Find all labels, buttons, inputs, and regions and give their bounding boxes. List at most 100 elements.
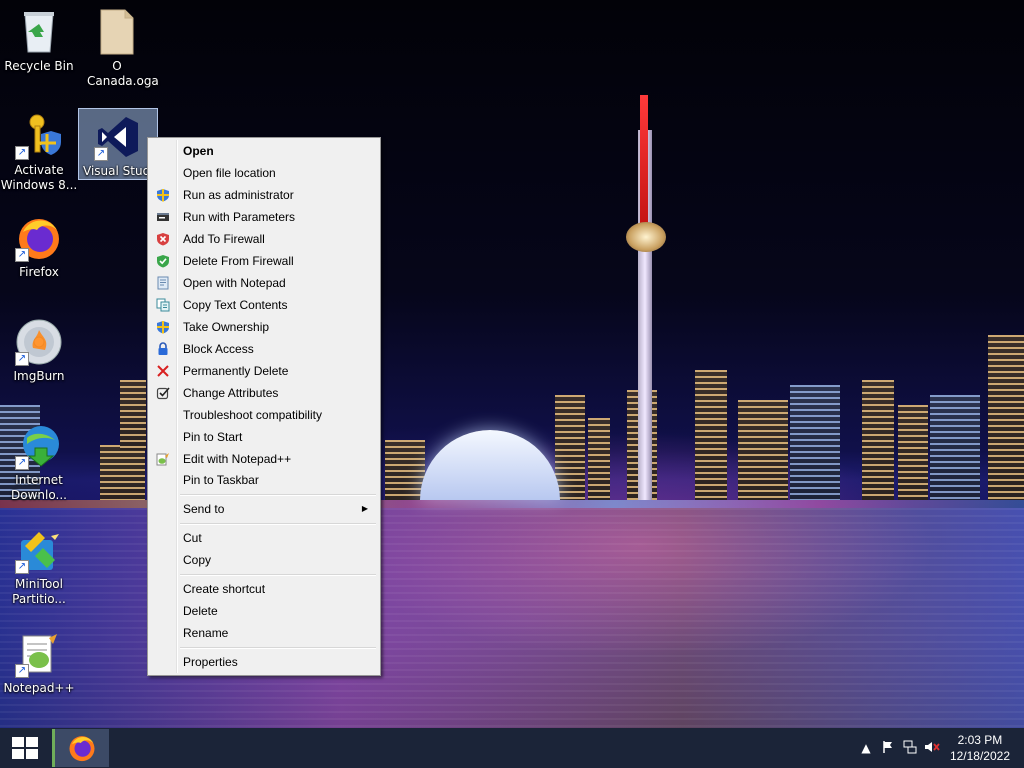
menu-item-delete[interactable]: Delete [150, 600, 378, 622]
audio-file-icon [93, 8, 141, 56]
menu-separator [180, 494, 376, 496]
console-icon [156, 210, 170, 224]
wallpaper-building [588, 418, 610, 500]
wallpaper-tower-pod [626, 222, 666, 252]
taskbar-firefox-button[interactable] [52, 729, 109, 767]
shortcut-arrow-icon: ↗ [94, 147, 108, 161]
menu-item-block-access[interactable]: Block Access [150, 338, 378, 360]
desktop-icon-label: MiniTool Partitio... [12, 577, 66, 606]
menu-item-delete-from-firewall[interactable]: Delete From Firewall [150, 250, 378, 272]
shortcut-arrow-icon: ↗ [15, 146, 29, 160]
wallpaper-stadium-dome [420, 430, 560, 500]
key-shield-icon: ↗ [15, 112, 63, 160]
recycle-bin-icon [15, 8, 63, 56]
wallpaper-building [385, 440, 425, 500]
shortcut-arrow-icon: ↗ [15, 560, 29, 574]
taskbar: ▲ 2:03 PM 12/18/2022 [0, 728, 1024, 768]
submenu-arrow-icon: ▶ [361, 504, 368, 513]
notepad-icon [156, 276, 170, 290]
minitool-icon: ↗ [15, 526, 63, 574]
internet-download-manager-icon: ↗ [15, 422, 63, 470]
firefox-icon [69, 736, 95, 762]
show-hidden-icons-chevron[interactable]: ▲ [858, 740, 874, 756]
taskbar-clock[interactable]: 2:03 PM 12/18/2022 [950, 732, 1010, 764]
desktop-icon-o-canada[interactable]: O Canada.oga [78, 8, 159, 89]
desktop-icon-recycle-bin[interactable]: Recycle Bin [0, 8, 78, 74]
desktop-icon-imgburn[interactable]: ↗ ImgBurn [0, 318, 78, 384]
menu-item-send-to[interactable]: Send to ▶ [150, 498, 378, 520]
menu-item-open-file-location[interactable]: Open file location [150, 162, 378, 184]
clock-time: 2:03 PM [957, 733, 1003, 747]
menu-item-copy[interactable]: Copy [150, 549, 378, 571]
wallpaper-building [988, 335, 1024, 500]
action-center-flag-icon[interactable] [880, 740, 896, 756]
wallpaper-tower-antenna [640, 95, 648, 235]
volume-muted-icon[interactable] [924, 740, 940, 756]
menu-item-take-ownership[interactable]: Take Ownership [150, 316, 378, 338]
wallpaper-building [738, 400, 788, 500]
desktop-icon-label: Firefox [19, 265, 59, 279]
notepadpp-icon: ↗ [15, 630, 63, 678]
desktop-icon-label: Internet Downlo... [11, 473, 67, 502]
menu-item-pin-to-start[interactable]: Pin to Start [150, 426, 378, 448]
start-button[interactable] [0, 728, 50, 768]
shortcut-arrow-icon: ↗ [15, 248, 29, 262]
desktop-icon-internet-download-manager[interactable]: ↗ Internet Downlo... [0, 422, 78, 503]
clock-date: 12/18/2022 [949, 749, 1010, 763]
wallpaper-building [898, 405, 928, 500]
menu-item-rename[interactable]: Rename [150, 622, 378, 644]
lock-icon [156, 342, 170, 356]
shortcut-arrow-icon: ↗ [15, 352, 29, 366]
wallpaper-building [555, 395, 585, 500]
delete-x-icon [156, 364, 170, 378]
menu-item-add-to-firewall[interactable]: Add To Firewall [150, 228, 378, 250]
menu-item-edit-with-notepadpp[interactable]: Edit with Notepad++ [150, 448, 378, 470]
desktop-icon-label: ImgBurn [13, 369, 65, 383]
system-tray: ▲ 2:03 PM 12/18/2022 [844, 728, 1024, 768]
visual-studio-icon: ↗ [94, 113, 142, 161]
network-icon[interactable] [902, 740, 918, 756]
desktop-icon-visual-studio[interactable]: ↗ Visual Studio [78, 108, 161, 180]
desktop-icon-label: Recycle Bin [4, 59, 74, 73]
desktop-icon-firefox[interactable]: ↗ Firefox [0, 214, 78, 280]
firewall-add-icon [156, 232, 170, 246]
menu-item-permanently-delete[interactable]: Permanently Delete [150, 360, 378, 382]
checkbox-icon [156, 386, 170, 400]
menu-item-run-as-administrator[interactable]: Run as administrator [150, 184, 378, 206]
desktop-icon-label: O Canada.oga [87, 59, 159, 88]
wallpaper-building [930, 395, 980, 500]
menu-item-run-with-parameters[interactable]: Run with Parameters [150, 206, 378, 228]
desktop-icon-label: Visual Studio [83, 164, 161, 178]
notepadpp-icon [156, 452, 170, 466]
wallpaper-building [100, 445, 145, 500]
wallpaper-building [695, 370, 727, 500]
desktop-icon-activate-windows[interactable]: ↗ Activate Windows 8... [0, 112, 78, 193]
menu-separator [180, 574, 376, 576]
wallpaper-building [120, 380, 146, 450]
desktop-icon-minitool[interactable]: ↗ MiniTool Partitio... [0, 526, 78, 607]
menu-item-troubleshoot-compatibility[interactable]: Troubleshoot compatibility [150, 404, 378, 426]
menu-separator [180, 647, 376, 649]
uac-shield-icon [156, 188, 170, 202]
menu-item-pin-to-taskbar[interactable]: Pin to Taskbar [150, 469, 378, 491]
context-menu: Open Open file location Run as administr… [147, 137, 381, 676]
menu-separator [180, 523, 376, 525]
shortcut-arrow-icon: ↗ [15, 456, 29, 470]
menu-item-change-attributes[interactable]: Change Attributes [150, 382, 378, 404]
wallpaper-building [862, 380, 894, 500]
shield-icon [156, 320, 170, 334]
menu-item-open-with-notepad[interactable]: Open with Notepad [150, 272, 378, 294]
menu-item-properties[interactable]: Properties [150, 651, 378, 673]
firefox-icon: ↗ [15, 214, 63, 262]
menu-item-copy-text-contents[interactable]: Copy Text Contents [150, 294, 378, 316]
menu-item-create-shortcut[interactable]: Create shortcut [150, 578, 378, 600]
menu-item-cut[interactable]: Cut [150, 527, 378, 549]
firewall-delete-icon [156, 254, 170, 268]
wallpaper-building [790, 385, 840, 500]
disc-icon: ↗ [15, 318, 63, 366]
menu-item-open[interactable]: Open [150, 140, 378, 162]
desktop-icon-notepadpp[interactable]: ↗ Notepad++ [0, 630, 78, 696]
shortcut-arrow-icon: ↗ [15, 664, 29, 678]
desktop-icon-label: Notepad++ [3, 681, 75, 695]
desktop-icon-label: Activate Windows 8... [0, 163, 78, 192]
